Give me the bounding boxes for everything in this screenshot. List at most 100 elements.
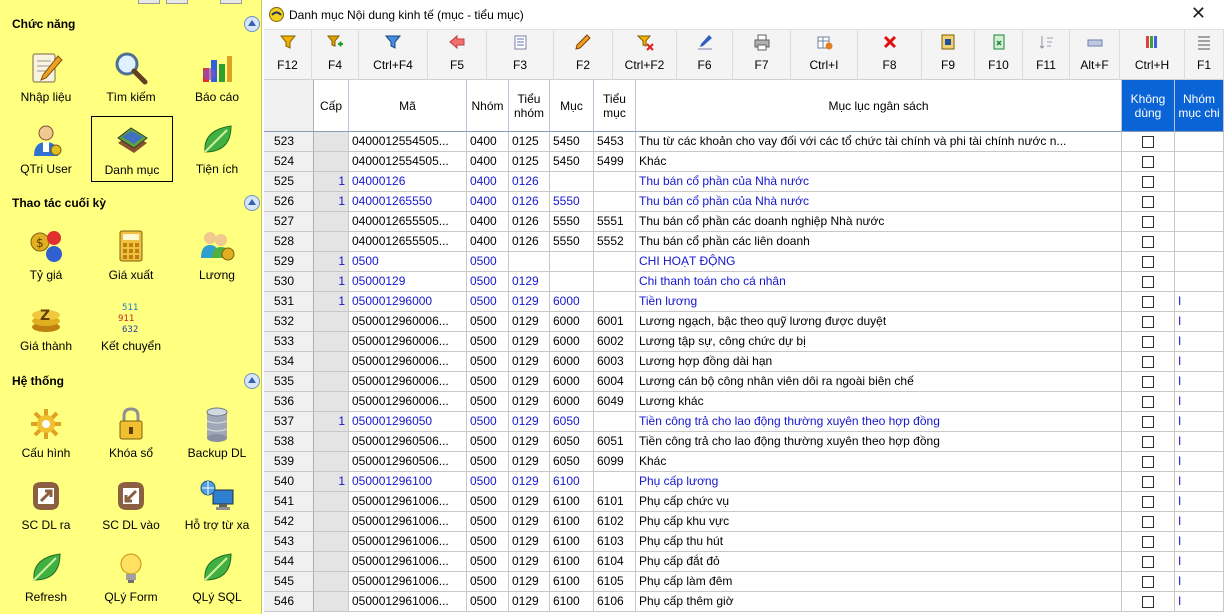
cell-nhom[interactable]: 0400 bbox=[467, 132, 509, 152]
cell-ma[interactable]: 0400012655505... bbox=[349, 232, 467, 252]
cell-muc-luc[interactable]: Lương hợp đồng dài hạn bbox=[636, 352, 1122, 372]
khong-dung-checkbox[interactable] bbox=[1142, 576, 1154, 588]
cell-tieu-muc[interactable]: 6106 bbox=[594, 592, 636, 612]
cell-muc[interactable]: 6100 bbox=[550, 552, 594, 572]
cell-cap[interactable] bbox=[314, 372, 349, 392]
tile-sc-dl-vao[interactable]: SC DL vào bbox=[90, 472, 172, 536]
cell-muc[interactable]: 6000 bbox=[550, 312, 594, 332]
khong-dung-checkbox[interactable] bbox=[1142, 516, 1154, 528]
khong-dung-checkbox[interactable] bbox=[1142, 176, 1154, 188]
cell-tieu-nhom[interactable]: 0125 bbox=[509, 132, 550, 152]
tile-tien-ich[interactable]: Tiện ích bbox=[176, 116, 258, 180]
cell-ma[interactable]: 04000126 bbox=[349, 172, 467, 192]
cell-ma[interactable]: 050001296100 bbox=[349, 472, 467, 492]
cell-muc-luc[interactable]: Phụ cấp thu hút bbox=[636, 532, 1122, 552]
cell-cap[interactable]: 1 bbox=[314, 172, 349, 192]
toolbar-button-ctrl-i[interactable]: Ctrl+I bbox=[791, 30, 858, 80]
cell-tieu-nhom[interactable]: 0129 bbox=[509, 332, 550, 352]
cell-ma[interactable]: 0500012961006... bbox=[349, 532, 467, 552]
cell-muc-luc[interactable]: Khác bbox=[636, 152, 1122, 172]
cell-tieu-muc[interactable]: 6001 bbox=[594, 312, 636, 332]
cell-cap[interactable] bbox=[314, 332, 349, 352]
cell-nhom-muc-chi[interactable] bbox=[1175, 232, 1224, 252]
cell-nhom[interactable]: 0500 bbox=[467, 492, 509, 512]
cell-muc-luc[interactable]: Thu bán cổ phần các liên doanh bbox=[636, 232, 1122, 252]
cell-ma[interactable]: 0500012960006... bbox=[349, 312, 467, 332]
khong-dung-checkbox[interactable] bbox=[1142, 416, 1154, 428]
cell-ma[interactable]: 0500012960006... bbox=[349, 372, 467, 392]
cell-ma[interactable]: 0400012655505... bbox=[349, 212, 467, 232]
cell-tieu-nhom[interactable]: 0129 bbox=[509, 472, 550, 492]
toolbar-button-f8[interactable]: F8 bbox=[858, 30, 922, 80]
cell-tieu-muc[interactable]: 5551 bbox=[594, 212, 636, 232]
cell-tieu-nhom[interactable]: 0126 bbox=[509, 172, 550, 192]
tile-qly-form[interactable]: QLý Form bbox=[90, 544, 172, 608]
cell-ma[interactable]: 0500012961006... bbox=[349, 512, 467, 532]
cell-muc[interactable]: 5550 bbox=[550, 212, 594, 232]
khong-dung-checkbox[interactable] bbox=[1142, 596, 1154, 608]
table-row[interactable]: 537 1 050001296050 0500 0129 6050 Tiền công tr… bbox=[264, 412, 1224, 432]
toolbar-button-alt-f[interactable]: Alt+F bbox=[1070, 30, 1120, 80]
khong-dung-checkbox[interactable] bbox=[1142, 376, 1154, 388]
table-row[interactable]: 540 1 050001296100 0500 0129 6100 Phụ cấp lươn… bbox=[264, 472, 1224, 492]
cell-cap[interactable]: 1 bbox=[314, 412, 349, 432]
table-row[interactable]: 531 1 050001296000 0500 0129 6000 Tiền lương I bbox=[264, 292, 1224, 312]
cell-nhom[interactable]: 0500 bbox=[467, 432, 509, 452]
cell-cap[interactable] bbox=[314, 232, 349, 252]
khong-dung-checkbox[interactable] bbox=[1142, 256, 1154, 268]
cell-muc[interactable]: 6050 bbox=[550, 432, 594, 452]
cell-tieu-muc[interactable] bbox=[594, 172, 636, 192]
cell-muc[interactable]: 6050 bbox=[550, 452, 594, 472]
table-row[interactable]: 526 1 040001265550 0400 0126 5550 Thu bán cổ p… bbox=[264, 192, 1224, 212]
tile-gia-thanh[interactable]: Z Giá thành bbox=[5, 293, 87, 357]
toolbar-button-f11[interactable]: F11 bbox=[1023, 30, 1070, 80]
cell-cap[interactable] bbox=[314, 212, 349, 232]
close-icon[interactable]: ✕ bbox=[1191, 3, 1206, 24]
cell-nhom-muc-chi[interactable]: I bbox=[1175, 532, 1224, 552]
sidebar-top-button[interactable] bbox=[166, 0, 188, 4]
table-row[interactable]: 539 0500012960506... 0500 0129 6050 6099 Khác… bbox=[264, 452, 1224, 472]
cell-muc-luc[interactable]: Phụ cấp chức vụ bbox=[636, 492, 1122, 512]
cell-ma[interactable]: 0500012960006... bbox=[349, 392, 467, 412]
cell-muc-luc[interactable]: Thu bán cổ phần của Nhà nước bbox=[636, 192, 1122, 212]
cell-nhom-muc-chi[interactable]: I bbox=[1175, 552, 1224, 572]
tile-ty-gia[interactable]: $ Tỷ giá bbox=[5, 222, 87, 286]
cell-tieu-nhom[interactable]: 0126 bbox=[509, 232, 550, 252]
tile-tim-kiem[interactable]: Tìm kiếm bbox=[90, 44, 172, 108]
cell-nhom[interactable]: 0500 bbox=[467, 412, 509, 432]
cell-nhom-muc-chi[interactable]: I bbox=[1175, 512, 1224, 532]
cell-muc[interactable]: 6000 bbox=[550, 292, 594, 312]
table-row[interactable]: 524 0400012554505... 0400 0125 5450 5499 Khác bbox=[264, 152, 1224, 172]
cell-nhom[interactable]: 0400 bbox=[467, 212, 509, 232]
sidebar-top-button[interactable] bbox=[220, 0, 242, 4]
tile-nhap-lieu[interactable]: Nhập liệu bbox=[5, 44, 87, 108]
table-row[interactable]: 529 1 0500 0500 CHI HOẠT ĐỘNG bbox=[264, 252, 1224, 272]
table-row[interactable]: 523 0400012554505... 0400 0125 5450 5453 Thu … bbox=[264, 132, 1224, 152]
cell-tieu-nhom[interactable]: 0126 bbox=[509, 192, 550, 212]
cell-nhom-muc-chi[interactable] bbox=[1175, 212, 1224, 232]
khong-dung-checkbox[interactable] bbox=[1142, 496, 1154, 508]
table-row[interactable]: 542 0500012961006... 0500 0129 6100 6102 Phụ … bbox=[264, 512, 1224, 532]
sidebar-top-button[interactable] bbox=[138, 0, 160, 4]
tile-bao-cao[interactable]: Báo cáo bbox=[176, 44, 258, 108]
tile-refresh[interactable]: Refresh bbox=[5, 544, 87, 608]
col-header-tieu-muc[interactable]: Tiểu mục bbox=[594, 80, 636, 132]
collapse-up-icon[interactable] bbox=[244, 195, 260, 211]
cell-tieu-nhom[interactable]: 0129 bbox=[509, 512, 550, 532]
cell-cap[interactable]: 1 bbox=[314, 192, 349, 212]
tile-sc-dl-ra[interactable]: SC DL ra bbox=[5, 472, 87, 536]
toolbar-button-f6[interactable]: F6 bbox=[677, 30, 733, 80]
cell-muc-luc[interactable]: Lương cán bộ công nhân viên dôi ra ngoài… bbox=[636, 372, 1122, 392]
cell-muc-luc[interactable]: CHI HOẠT ĐỘNG bbox=[636, 252, 1122, 272]
cell-nhom[interactable]: 0500 bbox=[467, 592, 509, 612]
cell-nhom[interactable]: 0400 bbox=[467, 172, 509, 192]
table-row[interactable]: 544 0500012961006... 0500 0129 6100 6104 Phụ … bbox=[264, 552, 1224, 572]
cell-muc[interactable]: 6100 bbox=[550, 532, 594, 552]
table-row[interactable]: 545 0500012961006... 0500 0129 6100 6105 Phụ … bbox=[264, 572, 1224, 592]
khong-dung-checkbox[interactable] bbox=[1142, 236, 1154, 248]
cell-nhom[interactable]: 0500 bbox=[467, 392, 509, 412]
cell-nhom[interactable]: 0500 bbox=[467, 292, 509, 312]
cell-muc-luc[interactable]: Lương khác bbox=[636, 392, 1122, 412]
cell-tieu-muc[interactable]: 6104 bbox=[594, 552, 636, 572]
cell-nhom-muc-chi[interactable]: I bbox=[1175, 352, 1224, 372]
